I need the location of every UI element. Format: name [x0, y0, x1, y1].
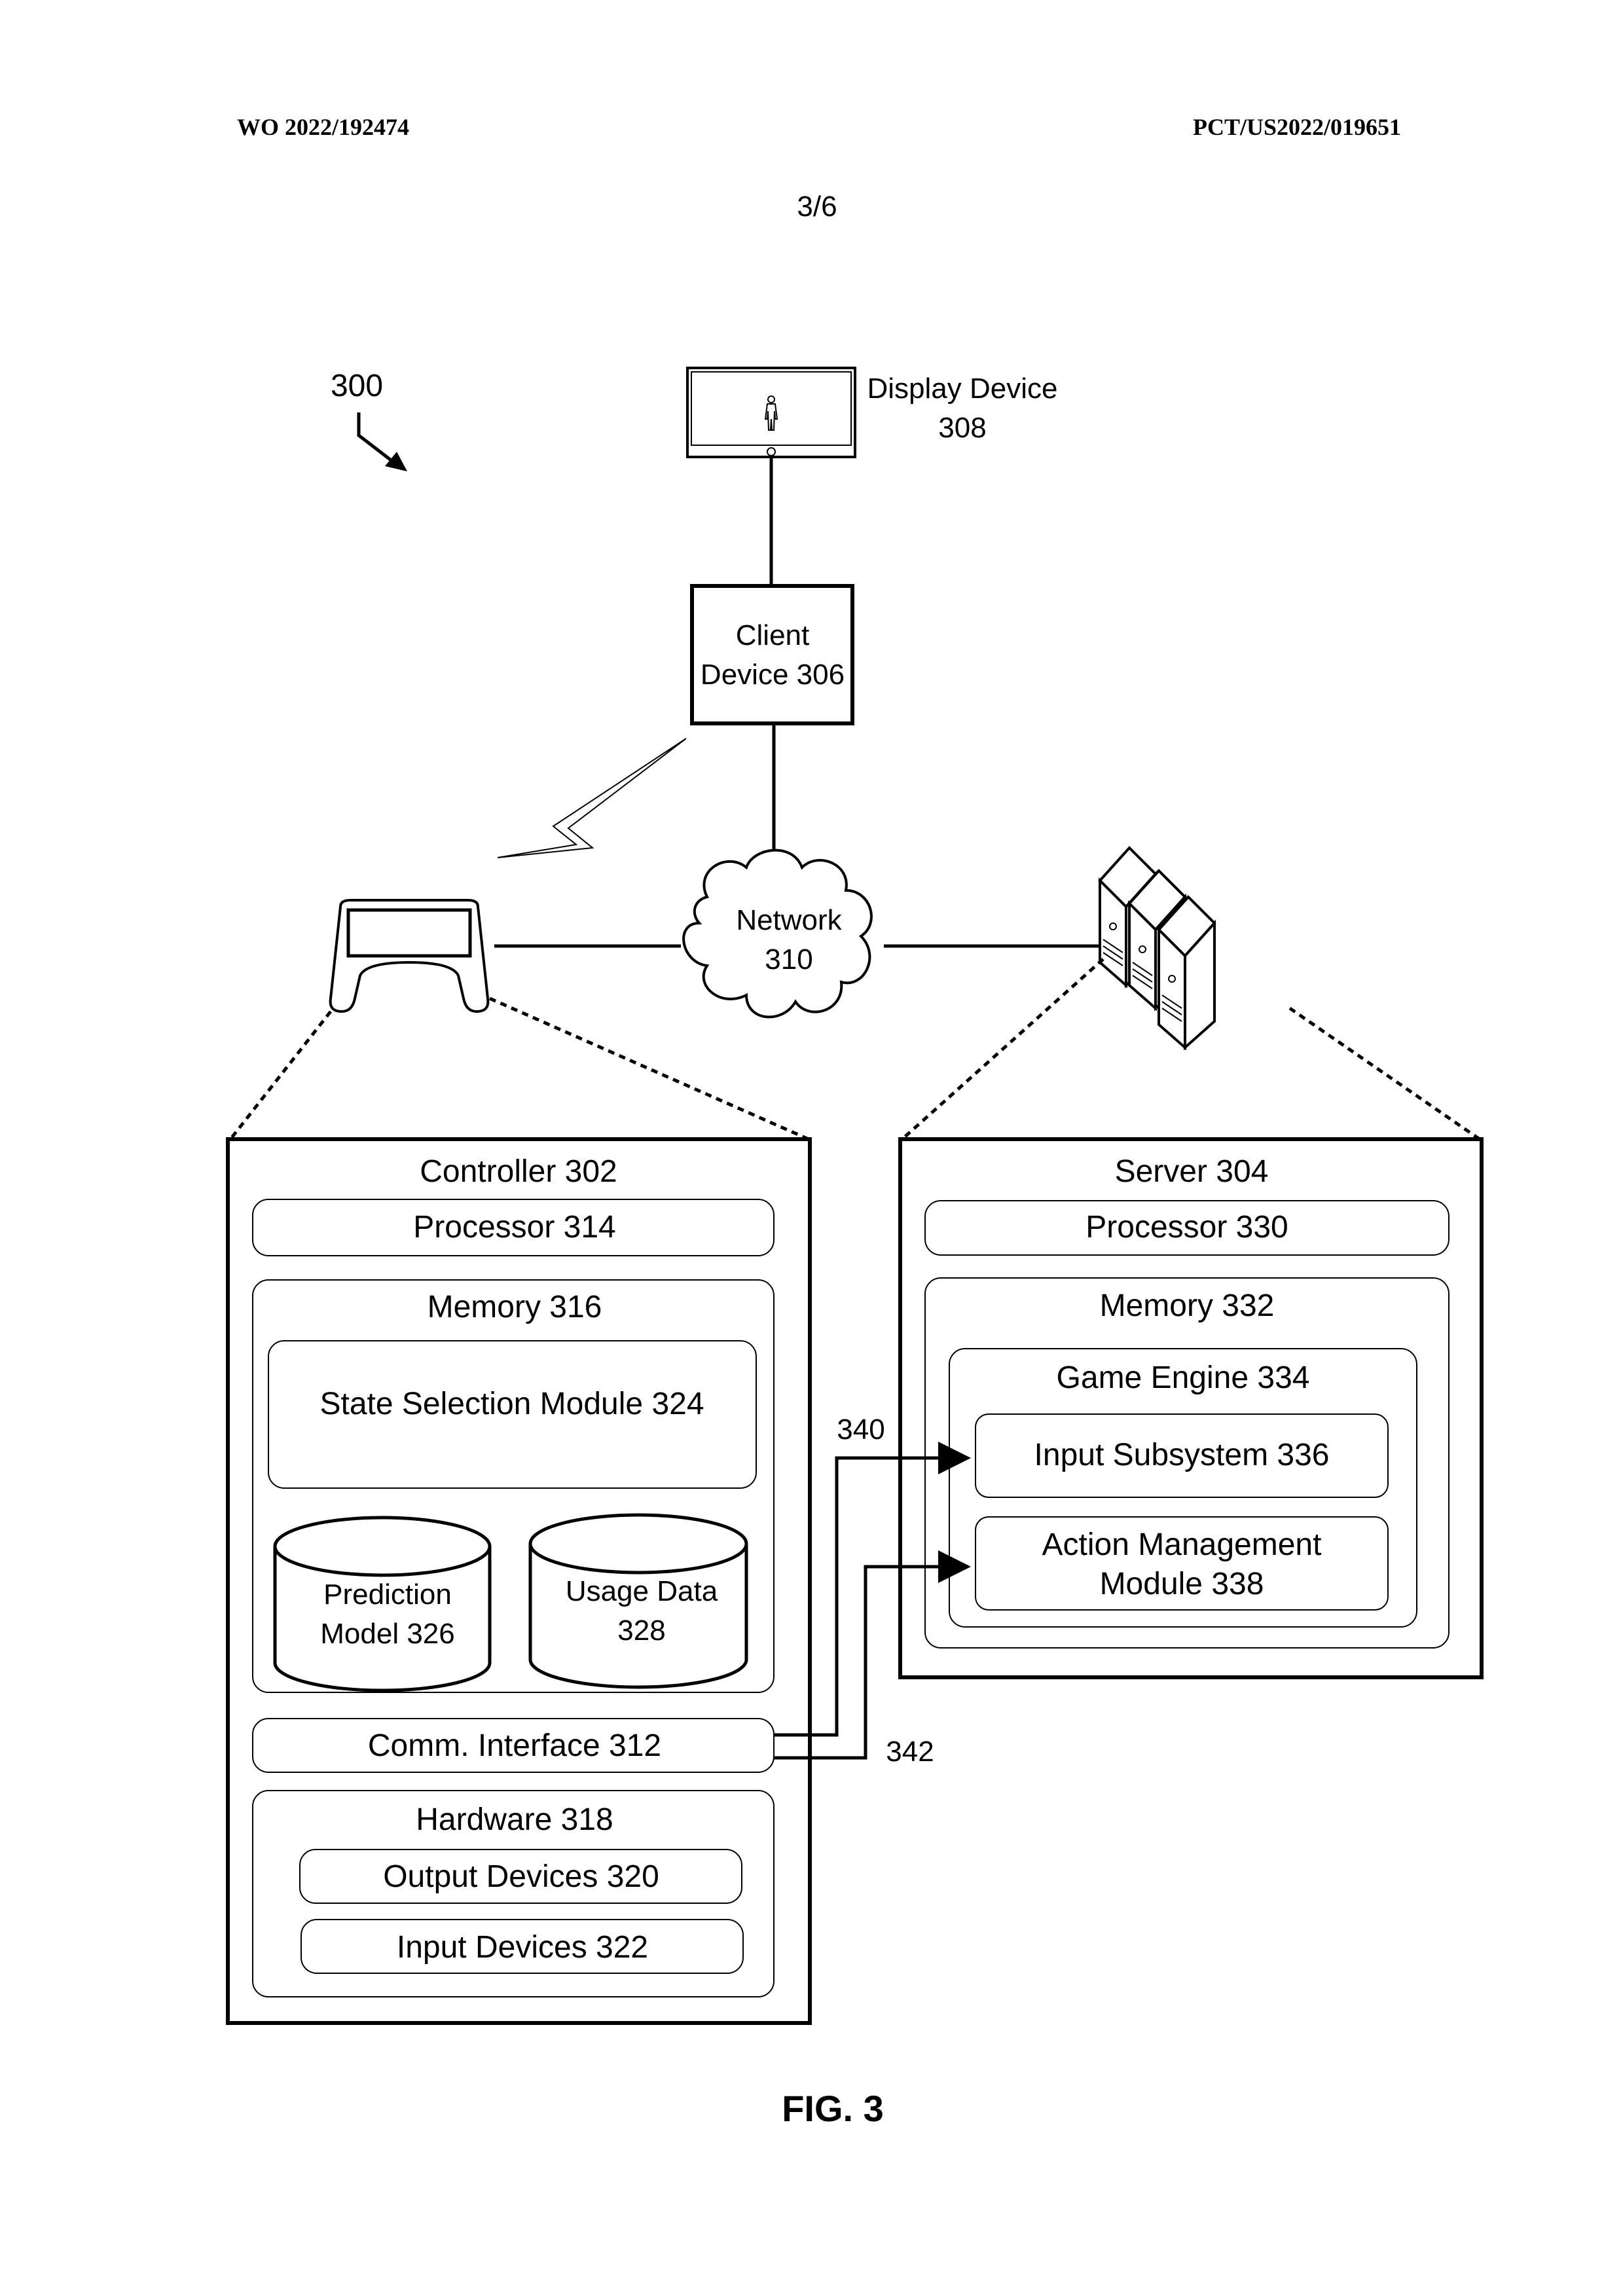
display-device-icon: [686, 367, 856, 458]
display-device-label: Display Device: [867, 373, 1058, 405]
reference-arrow-icon: [357, 412, 407, 471]
server-zoom-line-right: [1288, 1006, 1481, 1141]
action-management-number: Module 338: [1100, 1567, 1264, 1601]
prediction-model-number: Model 326: [320, 1618, 454, 1650]
usage-data-number: 328: [617, 1614, 665, 1647]
controller-processor-label: Processor 314: [413, 1210, 616, 1245]
server-stack-icon: [1098, 846, 1216, 1051]
controller-title: Controller 302: [420, 1154, 617, 1189]
patent-figure: WO 2022/192474 PCT/US2022/019651 3/6 300…: [226, 114, 1484, 2129]
application-number: PCT/US2022/019651: [1193, 114, 1401, 140]
prediction-model-label: Prediction: [323, 1578, 452, 1611]
action-management-label: Action Management: [1042, 1527, 1322, 1562]
client-device-label: Client: [736, 619, 810, 651]
sheet-number: 3/6: [797, 191, 837, 223]
comm-interface-label: Comm. Interface 312: [368, 1728, 661, 1763]
controller-zoom-line-left: [229, 1010, 332, 1140]
server-processor-label: Processor 330: [1085, 1210, 1288, 1245]
figure-reference: 300: [331, 369, 383, 403]
server-memory-label: Memory 332: [1100, 1288, 1275, 1323]
input-devices-label: Input Devices 322: [397, 1930, 648, 1965]
controller-memory-label: Memory 316: [428, 1290, 602, 1324]
client-device-number: Device 306: [701, 659, 845, 691]
output-devices-label: Output Devices 320: [383, 1859, 659, 1894]
figure-caption: FIG. 3: [782, 2088, 884, 2129]
connection-342-label: 342: [886, 1736, 934, 1768]
person-icon: [764, 395, 778, 431]
server-zoom-line-left: [901, 958, 1104, 1140]
game-controller-icon: [329, 899, 490, 1013]
client-device-box: [690, 584, 854, 725]
game-engine-label: Game Engine 334: [1057, 1360, 1310, 1395]
server-title: Server 304: [1115, 1154, 1269, 1189]
wireless-signal-icon: [497, 738, 687, 858]
controller-zoom-line-right: [488, 996, 810, 1141]
connection-340-label: 340: [837, 1413, 884, 1446]
display-device-number: 308: [938, 412, 986, 444]
network-number: 310: [765, 943, 812, 975]
input-subsystem-label: Input Subsystem 336: [1034, 1438, 1330, 1472]
hardware-label: Hardware 318: [416, 1802, 613, 1837]
usage-data-label: Usage Data: [566, 1575, 718, 1607]
network-label: Network: [736, 904, 842, 936]
state-selection-module-label: State Selection Module 324: [319, 1387, 704, 1421]
publication-number: WO 2022/192474: [237, 114, 409, 140]
